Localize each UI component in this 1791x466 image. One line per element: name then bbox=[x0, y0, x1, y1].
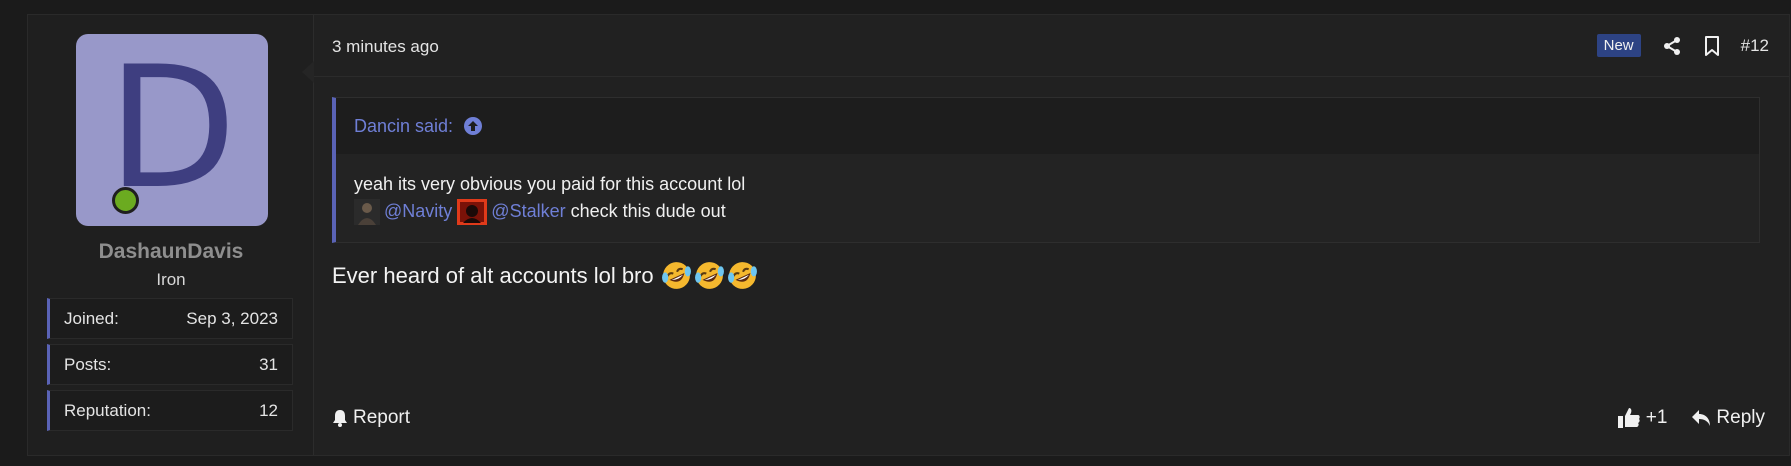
mention-stalker[interactable]: @Stalker bbox=[491, 198, 565, 225]
post-timestamp[interactable]: 3 minutes ago bbox=[332, 37, 439, 57]
stat-joined: Joined: Sep 3, 2023 bbox=[47, 298, 293, 339]
stat-reputation: Reputation: 12 bbox=[47, 390, 293, 431]
rolling-on-floor-laughing-emoji-icon bbox=[727, 262, 757, 289]
stat-label: Posts: bbox=[64, 354, 112, 374]
arrow-up-circle-icon[interactable] bbox=[463, 116, 483, 136]
stat-label: Reputation: bbox=[64, 400, 151, 420]
online-status-indicator bbox=[112, 187, 139, 214]
user-info-panel: D DashaunDavis Iron Joined: Sep 3, 2023 … bbox=[28, 15, 314, 455]
stat-value: 31 bbox=[259, 354, 278, 374]
bell-icon bbox=[333, 410, 347, 427]
stat-posts: Posts: 31 bbox=[47, 344, 293, 385]
reply-button[interactable]: Reply bbox=[1691, 407, 1765, 429]
post-message: Ever heard of alt accounts lol bro bbox=[332, 259, 759, 292]
quote-author[interactable]: Dancin said: bbox=[354, 116, 453, 137]
thumbs-up-icon bbox=[1617, 408, 1640, 428]
bookmark-icon[interactable] bbox=[1701, 35, 1723, 57]
mention-navity[interactable]: @Navity bbox=[384, 198, 452, 225]
rolling-on-floor-laughing-emoji-icon bbox=[661, 262, 691, 289]
username[interactable]: DashaunDavis bbox=[28, 240, 314, 264]
stat-value: 12 bbox=[259, 400, 278, 420]
mention-avatar-stalker[interactable] bbox=[457, 198, 488, 225]
post-number[interactable]: #12 bbox=[1741, 36, 1769, 56]
reply-icon bbox=[1692, 410, 1711, 426]
post-footer-right: +1 Reply bbox=[1617, 407, 1765, 429]
like-button[interactable]: +1 bbox=[1617, 407, 1668, 429]
avatar[interactable]: D bbox=[76, 34, 268, 226]
stat-label: Joined: bbox=[64, 308, 119, 328]
quote-mention-line: @Navity @Stalker check this dude out bbox=[354, 198, 1759, 225]
emoji-group bbox=[660, 259, 759, 292]
stat-value: Sep 3, 2023 bbox=[186, 308, 278, 328]
quote-line: yeah its very obvious you paid for this … bbox=[354, 174, 746, 194]
quote-block: Dancin said: yeah its very obvious you p… bbox=[332, 97, 1760, 243]
report-label: Report bbox=[353, 407, 411, 428]
quote-body: yeah its very obvious you paid for this … bbox=[336, 154, 1759, 242]
post-header-actions: New #12 bbox=[1596, 34, 1769, 57]
new-badge: New bbox=[1596, 34, 1641, 57]
quote-header[interactable]: Dancin said: bbox=[336, 98, 1759, 154]
post-footer-left: Report bbox=[332, 407, 410, 429]
mention-avatar-navity[interactable] bbox=[354, 198, 380, 225]
user-title: Iron bbox=[156, 270, 186, 289]
post-arrow bbox=[302, 61, 314, 83]
reply-label: Reply bbox=[1716, 407, 1765, 428]
quote-line-suffix: check this dude out bbox=[570, 201, 726, 221]
share-icon[interactable] bbox=[1661, 35, 1683, 57]
like-count: +1 bbox=[1645, 407, 1668, 428]
message-text: Ever heard of alt accounts lol bro bbox=[332, 262, 654, 288]
report-button[interactable]: Report bbox=[332, 407, 410, 429]
rolling-on-floor-laughing-emoji-icon bbox=[694, 262, 724, 289]
forum-post: D DashaunDavis Iron Joined: Sep 3, 2023 … bbox=[27, 14, 1790, 456]
post-content-panel: 3 minutes ago New #12 Dancin said: yeah … bbox=[302, 15, 1789, 455]
post-header: 3 minutes ago New #12 bbox=[314, 15, 1789, 77]
